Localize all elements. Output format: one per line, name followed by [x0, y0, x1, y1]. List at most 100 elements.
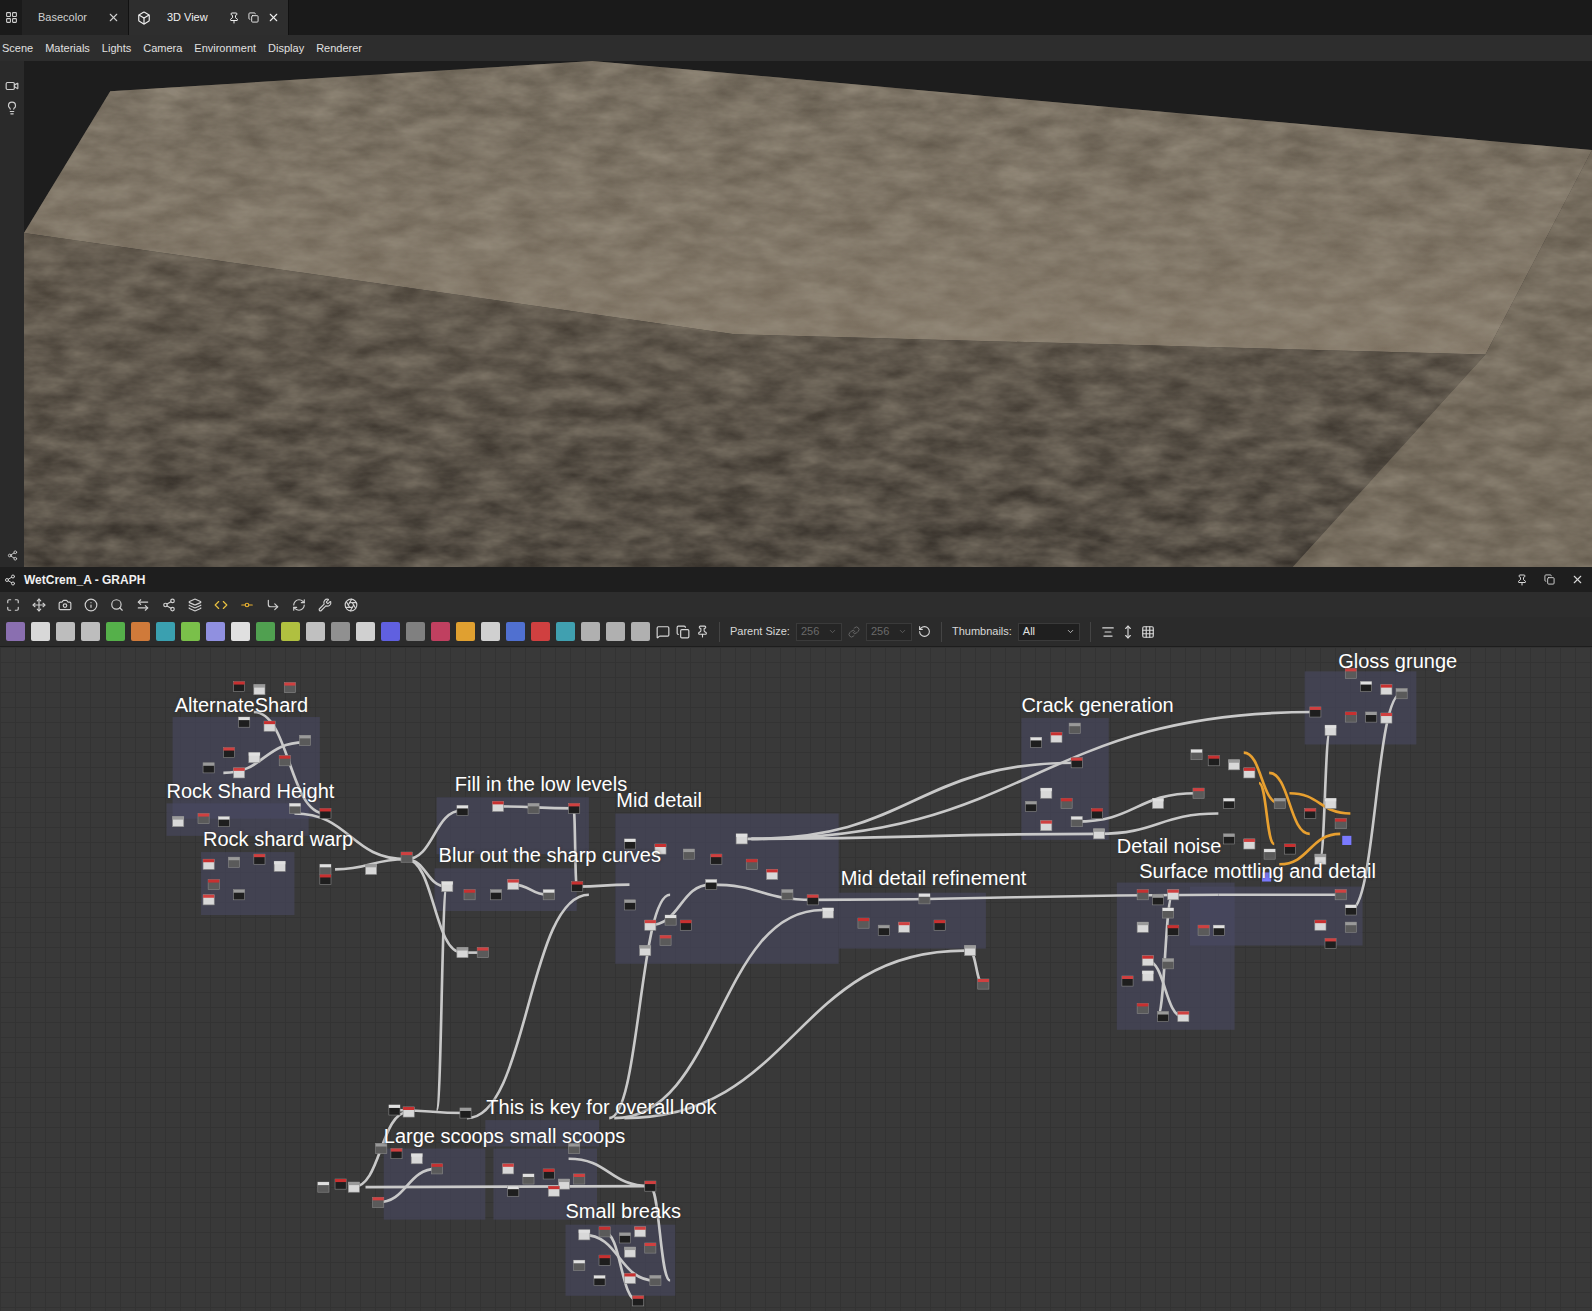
search-icon[interactable] — [106, 594, 128, 616]
frame-box[interactable] — [384, 1149, 486, 1220]
graph-node[interactable] — [635, 1227, 646, 1237]
graph-node[interactable] — [1071, 758, 1082, 768]
view-tab[interactable]: Basecolor — [22, 0, 129, 35]
graph-node[interactable] — [198, 814, 209, 824]
node-type-icon[interactable] — [106, 622, 125, 641]
graph-node[interactable] — [477, 948, 488, 958]
graph-node[interactable] — [1264, 849, 1275, 859]
graph-node[interactable] — [1137, 890, 1148, 900]
graph-node[interactable] — [1157, 1011, 1168, 1021]
snap-grid-icon[interactable] — [1141, 625, 1155, 639]
node-type-icon[interactable] — [56, 622, 75, 641]
node-type-icon[interactable] — [206, 622, 225, 641]
comment-icon[interactable] — [656, 625, 670, 639]
graph-node[interactable] — [683, 849, 694, 859]
bake-icon[interactable] — [340, 594, 362, 616]
graph-node[interactable] — [1208, 756, 1219, 766]
pin-icon[interactable] — [228, 12, 240, 24]
graph-node[interactable] — [320, 864, 331, 874]
menu-item[interactable]: Materials — [45, 40, 90, 57]
graph-node[interactable] — [640, 945, 651, 955]
float-icon[interactable] — [248, 12, 259, 23]
render-view[interactable] — [24, 61, 1592, 567]
graph-node[interactable] — [1361, 682, 1372, 692]
graph-node[interactable] — [1396, 689, 1407, 699]
graph-node[interactable] — [822, 908, 833, 918]
graph-node[interactable] — [645, 920, 656, 930]
graph-node[interactable] — [490, 890, 501, 900]
node-type-icon[interactable] — [356, 622, 375, 641]
graph-node[interactable] — [442, 882, 453, 892]
node-type-icon[interactable] — [281, 622, 300, 641]
node-type-icon[interactable] — [431, 622, 450, 641]
graph-node[interactable] — [1071, 817, 1082, 827]
node-type-icon[interactable] — [406, 622, 425, 641]
frame-box[interactable] — [435, 868, 577, 911]
graph-node[interactable] — [1223, 834, 1234, 844]
thumbnails-select[interactable]: All — [1018, 623, 1080, 641]
graph-node[interactable] — [619, 1233, 630, 1243]
close-icon[interactable] — [1571, 573, 1584, 586]
graph-node[interactable] — [432, 1164, 443, 1174]
node-type-icon[interactable] — [581, 622, 600, 641]
frame-icon[interactable] — [676, 625, 690, 639]
graph-node[interactable] — [1213, 925, 1224, 935]
graph-node[interactable] — [1325, 938, 1336, 948]
graph-node[interactable] — [899, 922, 910, 932]
graph-node[interactable] — [320, 874, 331, 884]
graph-node[interactable] — [558, 1179, 569, 1189]
graph-node[interactable] — [746, 859, 757, 869]
graph-node[interactable] — [645, 1243, 656, 1253]
parent-width-field[interactable]: 256 — [796, 623, 842, 641]
graph-node[interactable] — [978, 979, 989, 989]
layers-icon[interactable] — [184, 594, 206, 616]
graph-node[interactable] — [574, 1260, 585, 1270]
graph-node[interactable] — [289, 803, 300, 813]
graph-node[interactable] — [633, 1296, 644, 1306]
graph-node[interactable] — [464, 890, 475, 900]
graph-node[interactable] — [523, 1174, 534, 1184]
graph-node[interactable] — [543, 1169, 554, 1179]
pin-node-icon[interactable] — [696, 625, 709, 638]
graph-node[interactable] — [1345, 922, 1356, 932]
refresh-icon[interactable] — [288, 594, 310, 616]
graph-node[interactable] — [807, 895, 818, 905]
graph-node[interactable] — [1198, 925, 1209, 935]
node-type-icon[interactable] — [631, 622, 650, 641]
graph-node[interactable] — [736, 834, 747, 844]
graph-node[interactable] — [572, 882, 583, 892]
graph-node[interactable] — [1025, 801, 1036, 811]
graph-node[interactable] — [650, 1275, 661, 1285]
frame-label[interactable]: Gloss grunge — [1338, 649, 1457, 673]
menu-item[interactable]: Lights — [102, 40, 131, 57]
graph-node[interactable] — [203, 859, 214, 869]
align-h-icon[interactable] — [1101, 625, 1115, 639]
graph-node[interactable] — [1051, 732, 1062, 742]
graph-node[interactable] — [457, 805, 468, 815]
graph-node[interactable] — [1152, 895, 1163, 905]
graph-node[interactable] — [1168, 890, 1179, 900]
link-icon[interactable] — [236, 594, 258, 616]
graph-node[interactable] — [1325, 725, 1336, 735]
graph-node[interactable] — [234, 768, 245, 778]
graph-node[interactable] — [366, 864, 377, 874]
graph-node[interactable] — [599, 1227, 610, 1237]
graph-node[interactable] — [1244, 839, 1255, 849]
close-icon[interactable] — [107, 11, 120, 24]
graph-node[interactable] — [528, 803, 539, 813]
graph-node[interactable] — [1345, 712, 1356, 722]
hierarchy-icon[interactable] — [7, 550, 18, 567]
graph-node[interactable] — [1091, 808, 1102, 818]
frame-label[interactable]: Fill in the low levels — [455, 772, 627, 796]
graph-node[interactable] — [1168, 925, 1179, 935]
graph-node[interactable] — [203, 895, 214, 905]
frame-label[interactable]: Rock Shard Height — [167, 779, 335, 803]
graph-node[interactable] — [1315, 920, 1326, 930]
graph-node[interactable] — [645, 1181, 656, 1191]
graph-node[interactable] — [457, 948, 468, 958]
node-type-icon[interactable] — [306, 622, 325, 641]
graph-canvas[interactable]: AlternateShardRock Shard HeightRock shar… — [0, 647, 1592, 1311]
graph-node[interactable] — [594, 1275, 605, 1285]
frame-label[interactable]: Crack generation — [1021, 693, 1173, 717]
graph-node[interactable] — [460, 1108, 471, 1118]
